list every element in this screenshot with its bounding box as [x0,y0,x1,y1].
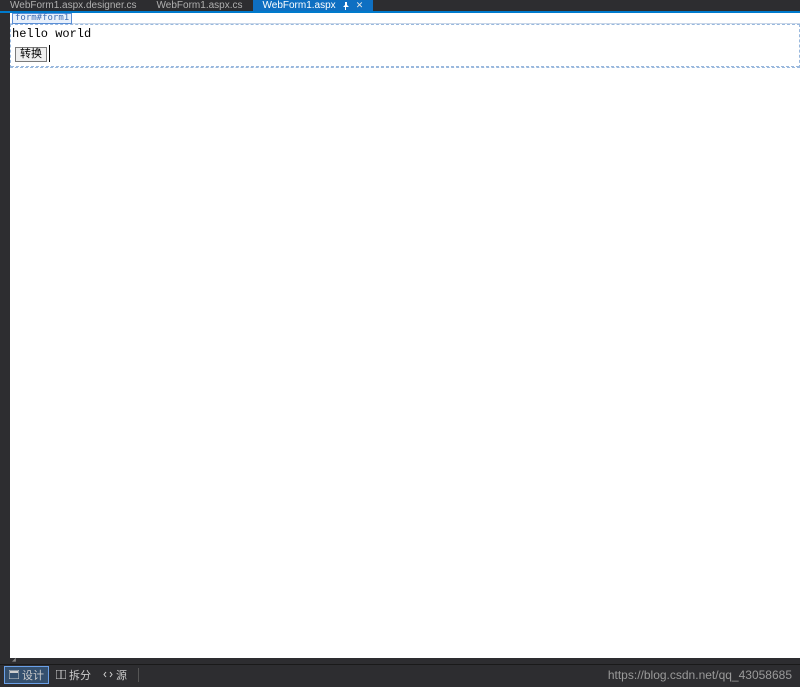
designer-empty-area[interactable] [10,68,800,658]
tab-label: WebForm1.aspx [263,0,336,11]
watermark-text: https://blog.csdn.net/qq_43058685 [608,668,796,682]
tab-webform-aspx[interactable]: WebForm1.aspx ✕ [253,0,374,11]
view-split-button[interactable]: 拆分 [51,666,96,684]
view-label: 源 [116,667,127,683]
design-view-icon [9,670,19,679]
view-label: 设计 [22,667,44,683]
view-divider [138,668,139,682]
form-canvas[interactable]: hello world 转换 [10,24,800,68]
view-design-button[interactable]: 设计 [4,666,49,684]
designer-surface: form#form1 hello world 转换 ◢ [0,13,800,664]
tab-label: WebForm1.aspx.designer.cs [10,0,137,11]
editor-tab-bar: WebForm1.aspx.designer.cs WebForm1.aspx.… [0,0,800,13]
source-view-icon [103,670,113,679]
button-control[interactable]: 转换 [15,47,47,62]
view-label: 拆分 [69,667,91,683]
tab-webform-designer-cs[interactable]: WebForm1.aspx.designer.cs [0,0,147,11]
button-selection-wrap: 转换 [12,45,50,62]
pin-icon[interactable] [342,2,350,10]
tab-label: WebForm1.aspx.cs [157,0,243,11]
resize-ruler[interactable]: ◢ [10,658,800,664]
view-mode-bar: 设计 拆分 源 https://blog.csdn.net/qq_4305868… [0,664,800,684]
label-control[interactable]: hello world [12,27,91,41]
element-breadcrumb: form#form1 [10,13,800,24]
breadcrumb-form-selector[interactable]: form#form1 [12,13,72,24]
close-icon[interactable]: ✕ [356,0,364,11]
tab-webform-aspx-cs[interactable]: WebForm1.aspx.cs [147,0,253,11]
view-source-button[interactable]: 源 [98,666,132,684]
split-view-icon [56,670,66,679]
